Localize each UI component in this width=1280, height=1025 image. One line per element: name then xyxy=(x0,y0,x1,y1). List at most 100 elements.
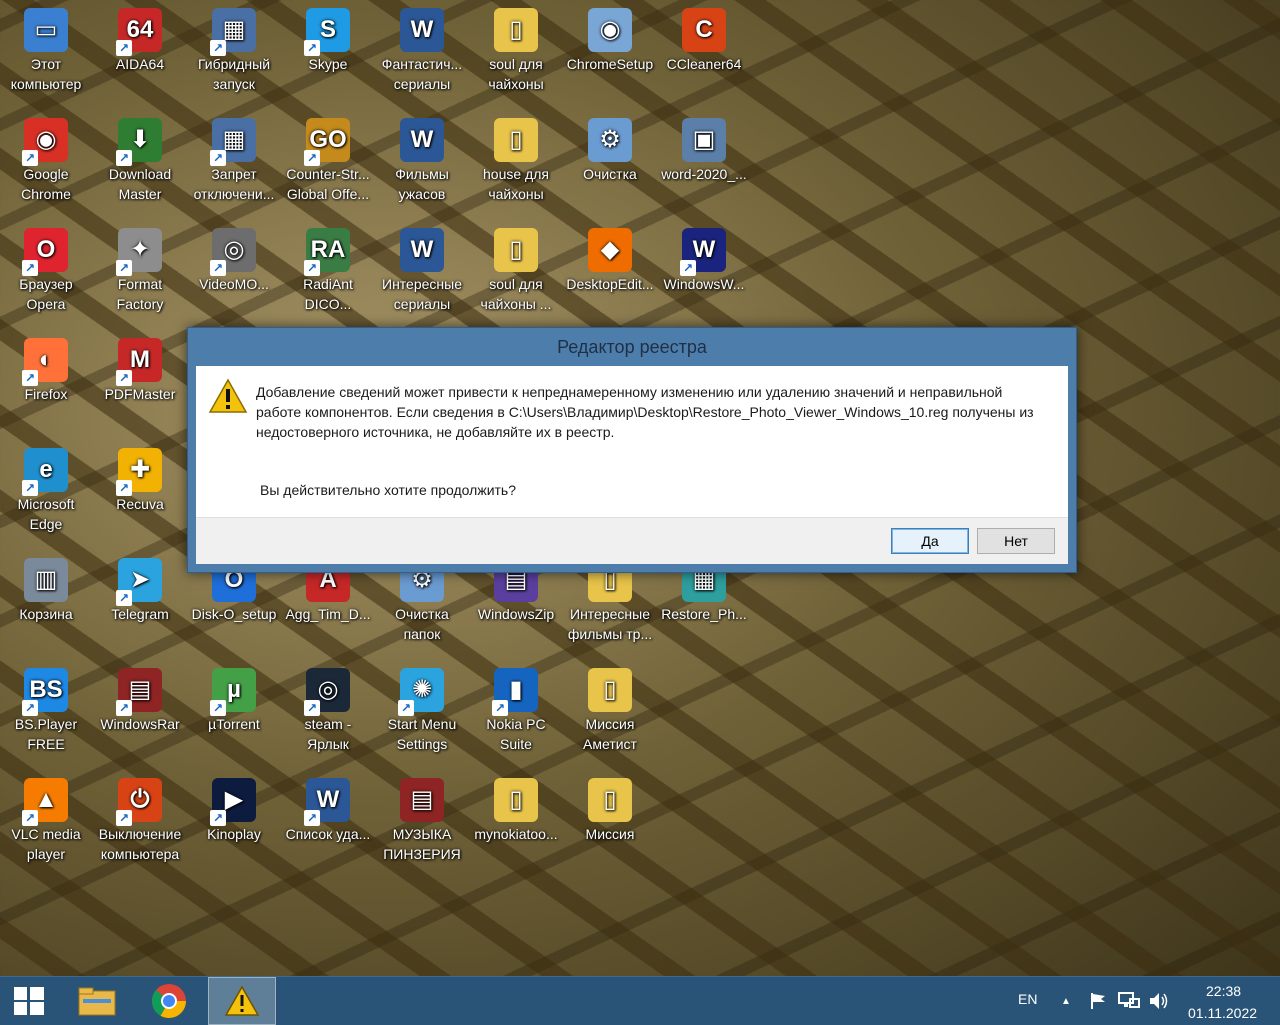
action-center-flag-icon[interactable] xyxy=(1086,977,1110,1025)
network-icon[interactable] xyxy=(1116,977,1142,1025)
yes-button[interactable]: Да xyxy=(891,528,969,554)
desktop-icon-label: Restore_Ph... xyxy=(661,606,747,622)
desktop-icon[interactable]: ▥ Корзина xyxy=(0,550,92,658)
app-icon: ◉ xyxy=(22,118,68,166)
desktop-icon[interactable]: SSkype xyxy=(282,0,374,108)
warning-icon xyxy=(208,378,248,414)
desktop-icon-label: AIDA64 xyxy=(115,56,165,72)
desktop-icon[interactable]: ◉Google Chrome xyxy=(0,110,92,218)
desktop-icon[interactable]: ▯ Миссия Аметист xyxy=(564,660,656,768)
dialog-body: Добавление сведений может привести к неп… xyxy=(196,366,1068,564)
no-button[interactable]: Нет xyxy=(977,528,1055,554)
desktop-icon[interactable]: ▣ word-2020_... xyxy=(658,110,750,218)
input-language[interactable]: EN xyxy=(1018,991,1037,1007)
desktop-icon[interactable]: ▯ mynokiatoo... xyxy=(470,770,562,878)
app-icon: ▯ xyxy=(588,668,632,712)
desktop-icon-label: Format Factory xyxy=(116,276,164,312)
desktop-icon[interactable]: BSBS.Player FREE xyxy=(0,660,92,768)
desktop-icon-label: Интересные сериалы xyxy=(382,276,462,312)
desktop-icon[interactable]: ◎steam - Ярлык xyxy=(282,660,374,768)
app-icon: M xyxy=(116,338,162,386)
app-icon: ◎ xyxy=(304,668,350,716)
desktop-icon-label: Microsoft Edge xyxy=(17,496,75,532)
chrome-icon xyxy=(151,984,186,1018)
desktop-icon[interactable]: eMicrosoft Edge xyxy=(0,440,92,548)
desktop-icon[interactable]: ✦Format Factory xyxy=(94,220,186,328)
desktop-icon-label: WindowsZip xyxy=(477,606,555,622)
desktop-icon[interactable]: ▦Запрет отключени... xyxy=(188,110,280,218)
desktop-icon-label: Этот компьютер xyxy=(10,56,82,92)
desktop-icon[interactable]: OБраузер Opera xyxy=(0,220,92,328)
desktop-icon[interactable]: WСписок уда... xyxy=(282,770,374,878)
warning-text: Добавление сведений может привести к неп… xyxy=(256,384,1034,440)
app-icon: ◆ xyxy=(588,228,632,272)
desktop-icon[interactable]: ▶Kinoplay xyxy=(188,770,280,878)
desktop-icon-label: RadiAnt DICO... xyxy=(303,276,353,312)
desktop-icon[interactable]: ▮Nokia PC Suite xyxy=(470,660,562,768)
app-icon: ▤ xyxy=(400,778,444,822)
app-icon: ⚙ xyxy=(588,118,632,162)
desktop-icon[interactable]: W Фантастич... сериалы xyxy=(376,0,468,108)
desktop-icon-label: Интересные фильмы тр... xyxy=(567,606,653,642)
desktop-icon[interactable]: ▯ soul для чайхоны ... xyxy=(470,220,562,328)
app-icon: S xyxy=(304,8,350,56)
app-icon: ▯ xyxy=(494,778,538,822)
desktop-icon-label: VideoMO... xyxy=(199,276,269,292)
desktop-icon-label: Google Chrome xyxy=(21,166,71,202)
app-icon: ✚ xyxy=(116,448,162,496)
desktop-icon-label: Recuva xyxy=(116,496,164,512)
app-icon: ▤ xyxy=(116,668,162,716)
desktop-icon[interactable]: MPDFMaster xyxy=(94,330,186,438)
app-icon: W xyxy=(680,228,726,276)
desktop-icon-label: Запрет отключени... xyxy=(193,166,275,202)
desktop-icon[interactable]: C CCleaner64 xyxy=(658,0,750,108)
desktop-icon[interactable]: RARadiAnt DICO... xyxy=(282,220,374,328)
desktop-icon[interactable]: W Фильмы ужасов xyxy=(376,110,468,218)
desktop-icon-label: Firefox xyxy=(24,386,68,402)
app-icon: O xyxy=(22,228,68,276)
desktop-icon[interactable]: µµTorrent xyxy=(188,660,280,768)
app-icon: e xyxy=(22,448,68,496)
desktop-icon[interactable]: GOCounter-Str... Global Offe... xyxy=(282,110,374,218)
desktop-icon[interactable]: ✚Recuva xyxy=(94,440,186,548)
start-button[interactable] xyxy=(0,977,58,1025)
chrome-taskbar-button[interactable] xyxy=(138,977,200,1025)
desktop-icon[interactable]: ▭ Этот компьютер xyxy=(0,0,92,108)
app-icon: ▮ xyxy=(492,668,538,716)
desktop-icon[interactable]: ⏻Выключение компьютера xyxy=(94,770,186,878)
desktop-icon[interactable]: ▤ МУЗЫКА ПИНЗЕРИЯ xyxy=(376,770,468,878)
desktop-icon[interactable]: ▦Гибридный запуск xyxy=(188,0,280,108)
desktop-icon[interactable]: ▤WindowsRar xyxy=(94,660,186,768)
app-icon: ▥ xyxy=(24,558,68,602)
desktop-icon[interactable]: ◐Firefox xyxy=(0,330,92,438)
desktop-icon[interactable]: ✺Start Menu Settings xyxy=(376,660,468,768)
desktop-icon-label: house для чайхоны xyxy=(483,166,549,202)
file-explorer-button[interactable] xyxy=(66,977,128,1025)
volume-icon[interactable] xyxy=(1146,977,1172,1025)
desktop-icon[interactable]: 64AIDA64 xyxy=(94,0,186,108)
desktop-icon[interactable]: ⚙ Очистка xyxy=(564,110,656,218)
clock-date[interactable]: 01.11.2022 xyxy=(1188,1005,1257,1021)
desktop-icon[interactable]: ▯ house для чайхоны xyxy=(470,110,562,218)
show-hidden-icons-icon[interactable]: ▲ xyxy=(1056,977,1076,1025)
desktop-icon[interactable]: ◎VideoMO... xyxy=(188,220,280,328)
desktop-icon-label: Список уда... xyxy=(285,826,371,842)
desktop-icon-label: Миссия xyxy=(585,826,635,842)
app-icon: ◉ xyxy=(588,8,632,52)
desktop-icon[interactable]: WWindowsW... xyxy=(658,220,750,328)
desktop-icon[interactable]: ➤Telegram xyxy=(94,550,186,658)
desktop-icon[interactable]: ◉ ChromeSetup xyxy=(564,0,656,108)
desktop-icon[interactable]: ▯ Миссия xyxy=(564,770,656,878)
desktop-icon-label: word-2020_... xyxy=(661,166,747,182)
desktop-icon[interactable]: W Интересные сериалы xyxy=(376,220,468,328)
desktop-icon-label: Disk-O_setup xyxy=(191,606,277,622)
clock-time[interactable]: 22:38 xyxy=(1206,983,1241,999)
desktop-icon[interactable]: ▲VLC media player xyxy=(0,770,92,878)
regedit-taskbar-button[interactable] xyxy=(208,977,276,1025)
desktop-icon[interactable]: ▯ soul для чайхоны xyxy=(470,0,562,108)
desktop-icon[interactable]: ◆ DesktopEdit... xyxy=(564,220,656,328)
dialog-title: Редактор реестра xyxy=(557,337,707,357)
desktop-icon[interactable]: ⬇Download Master xyxy=(94,110,186,218)
desktop-icon-label: Skype xyxy=(308,56,348,72)
app-icon: ▯ xyxy=(494,8,538,52)
